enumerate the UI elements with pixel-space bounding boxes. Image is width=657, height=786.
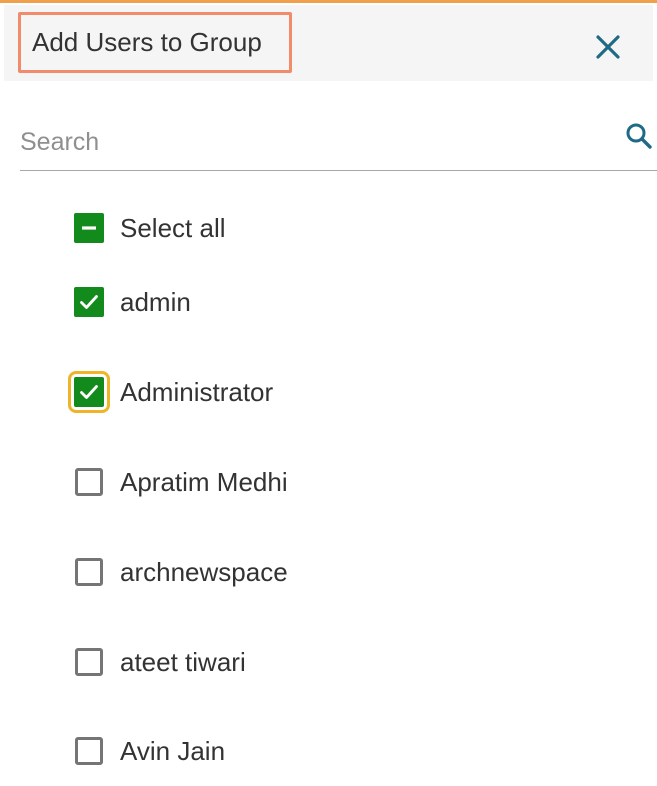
user-label: Apratim Medhi [120, 466, 288, 497]
user-checkbox-list: Select all admin Administrator Apratim M… [0, 0, 657, 786]
checkmark-icon [80, 295, 98, 309]
user-checkbox-ateet-tiwari[interactable] [75, 648, 103, 676]
select-all-label: Select all [120, 212, 226, 243]
user-option-apratim-medhi[interactable]: Apratim Medhi [74, 465, 288, 499]
user-option-avin-jain[interactable]: Avin Jain [74, 734, 225, 768]
user-label: Administrator [120, 376, 274, 407]
user-checkbox-avin-jain[interactable] [75, 737, 103, 765]
user-label: archnewspace [120, 556, 288, 587]
user-checkbox-admin[interactable] [74, 287, 104, 317]
user-option-ateet-tiwari[interactable]: ateet tiwari [74, 645, 246, 679]
user-checkbox-administrator[interactable] [68, 371, 110, 413]
user-option-administrator[interactable]: Administrator [68, 371, 274, 413]
user-checkbox-apratim-medhi[interactable] [75, 468, 103, 496]
checkmark-icon [80, 385, 98, 399]
select-all-checkbox[interactable] [74, 213, 104, 243]
user-option-admin[interactable]: admin [74, 285, 191, 319]
user-label: ateet tiwari [120, 646, 246, 677]
user-option-archnewspace[interactable]: archnewspace [74, 555, 288, 589]
user-checkbox-archnewspace[interactable] [75, 558, 103, 586]
user-label: admin [120, 286, 191, 317]
minus-icon [82, 226, 96, 230]
user-label: Avin Jain [120, 735, 226, 766]
select-all-option[interactable]: Select all [74, 211, 226, 245]
